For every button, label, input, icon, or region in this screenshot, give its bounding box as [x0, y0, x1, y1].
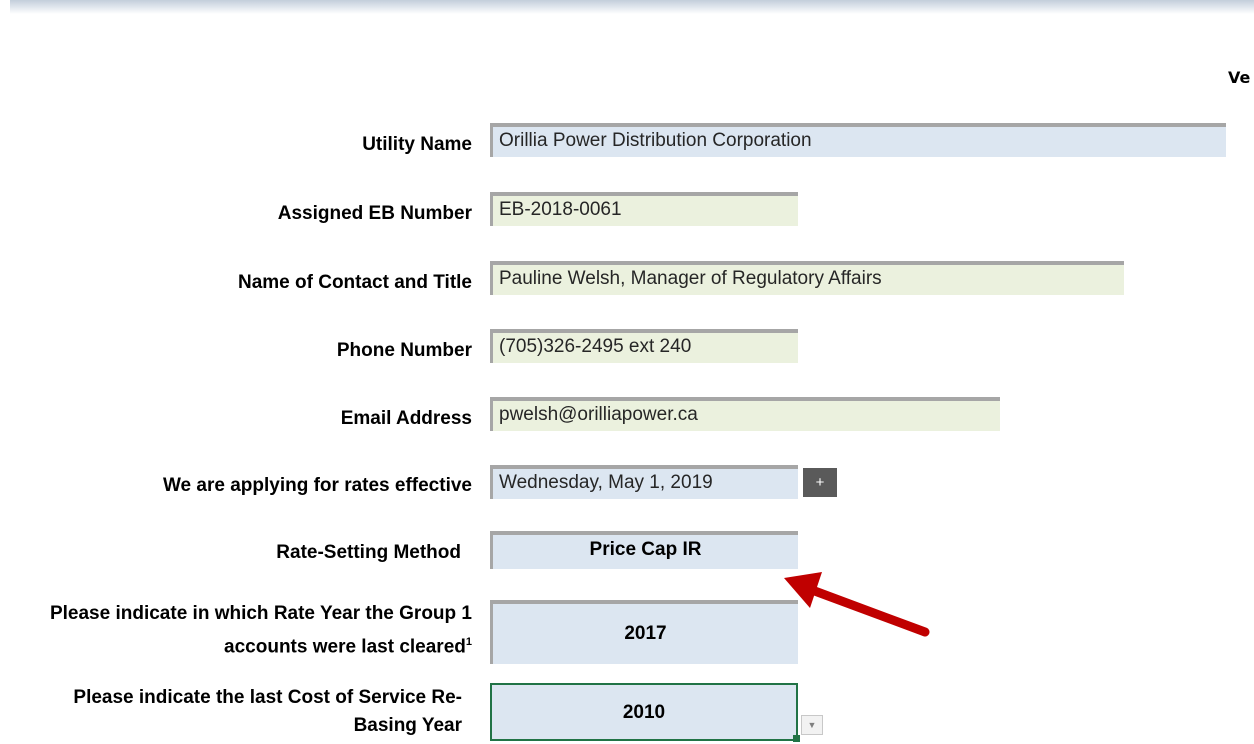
contact-field[interactable]: Pauline Welsh, Manager of Regulatory Aff… — [490, 261, 1124, 295]
contact-label: Name of Contact and Title — [237, 272, 472, 293]
annotation-arrow-icon — [784, 572, 930, 637]
eb-number-label: Assigned EB Number — [277, 203, 472, 224]
utility-name-label: Utility Name — [362, 134, 472, 155]
group1-cleared-label: Please indicate in which Rate Year the G… — [20, 600, 472, 661]
email-label: Email Address — [340, 408, 472, 429]
group1-cleared-label-text: Please indicate in which Rate Year the G… — [49, 603, 472, 658]
top-shadow — [10, 0, 1254, 14]
cut-off-header-text: Ve — [1228, 68, 1251, 87]
phone-label: Phone Number — [336, 340, 472, 361]
rebasing-year-field[interactable]: 2010 — [490, 683, 798, 741]
group1-cleared-field[interactable]: 2017 — [490, 600, 798, 664]
effective-date-label: We are applying for rates effective — [162, 475, 472, 496]
date-picker-plus-button[interactable]: + — [803, 468, 837, 497]
eb-number-field[interactable]: EB-2018-0061 — [490, 192, 798, 226]
rate-setting-method-label: Rate-Setting Method — [276, 542, 461, 563]
selection-fill-handle[interactable] — [793, 735, 800, 742]
utility-name-field[interactable]: Orillia Power Distribution Corporation — [490, 123, 1226, 157]
effective-date-field[interactable]: Wednesday, May 1, 2019 — [490, 465, 798, 499]
phone-field[interactable]: (705)326-2495 ext 240 — [490, 329, 798, 363]
email-field[interactable]: pwelsh@orilliapower.ca — [490, 397, 1000, 431]
rebasing-year-label: Please indicate the last Cost of Service… — [73, 687, 462, 736]
footnote-marker: 1 — [465, 636, 472, 648]
rate-setting-method-field[interactable]: Price Cap IR — [490, 531, 798, 569]
chevron-down-icon[interactable]: ▼ — [801, 715, 823, 735]
